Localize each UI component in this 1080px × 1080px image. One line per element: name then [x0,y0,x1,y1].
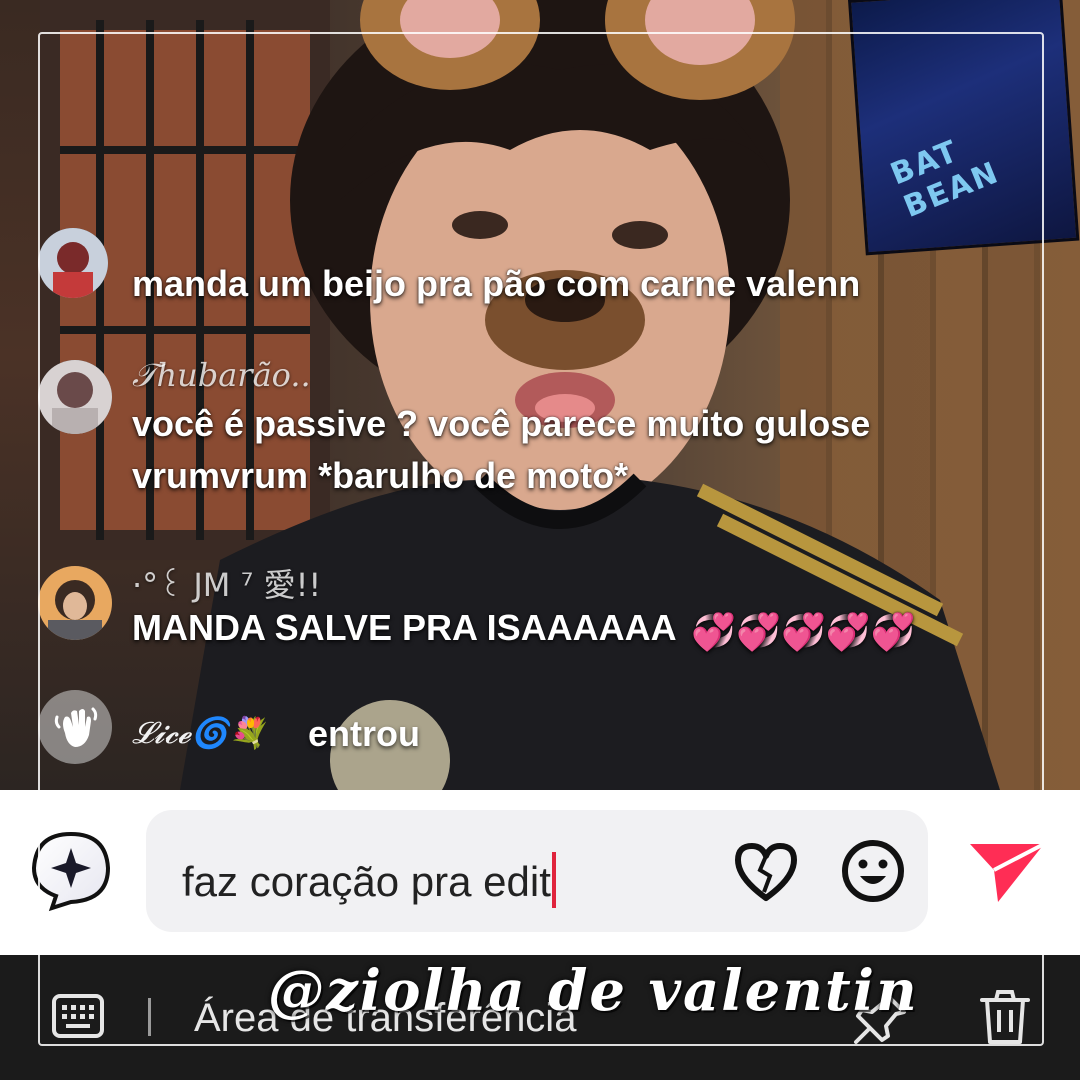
keyboard-icon [52,994,104,1038]
keyboard-button[interactable] [52,994,104,1038]
chat-message: você é passive ? você parece muito gulos… [132,403,871,444]
chat-message: manda um beijo pra pão com carne valenn [132,263,861,304]
emoji-button[interactable] [840,838,906,904]
text-caret [551,852,556,908]
smiley-icon [842,840,904,902]
heart-icon [735,843,797,901]
joined-label: entrou [308,713,420,754]
sparkle-chat-icon [31,831,111,912]
send-button[interactable] [968,840,1046,906]
joined-username: 𝓛𝓲𝓬𝓮🌀💐 [132,716,266,751]
trash-icon [980,990,1030,1044]
chat-username: 𝒯hubarão.. [132,356,311,394]
user-avatar[interactable] [38,566,112,640]
delete-button[interactable] [978,988,1032,1046]
live-chat: manda um beijo pra pão com carne valenn … [0,0,1080,790]
revolving-hearts-emoji: 💞💞💞💞💞 [691,611,916,652]
chat-username: ·°꒰ JM ⁷ 愛!! [132,566,322,604]
user-avatar[interactable] [38,360,112,434]
ai-sparkle-button[interactable] [30,830,112,912]
comment-input-text[interactable]: faz coração pra edit [182,852,556,908]
send-icon [970,842,1045,902]
user-avatar[interactable] [38,228,108,298]
toolbar-divider [148,998,151,1036]
comment-input-value: faz coração pra edit [182,858,551,905]
chat-message-text: MANDA SALVE PRA ISAAAAAA [132,607,676,648]
chat-message: MANDA SALVE PRA ISAAAAAA 💞💞💞💞💞 [132,602,915,658]
creator-watermark: @ziolha de valentin [268,958,919,1024]
chat-message-continued: vrumvrum *barulho de moto* [132,455,629,496]
heart-button[interactable] [732,840,800,904]
wave-hand-icon [38,690,112,764]
